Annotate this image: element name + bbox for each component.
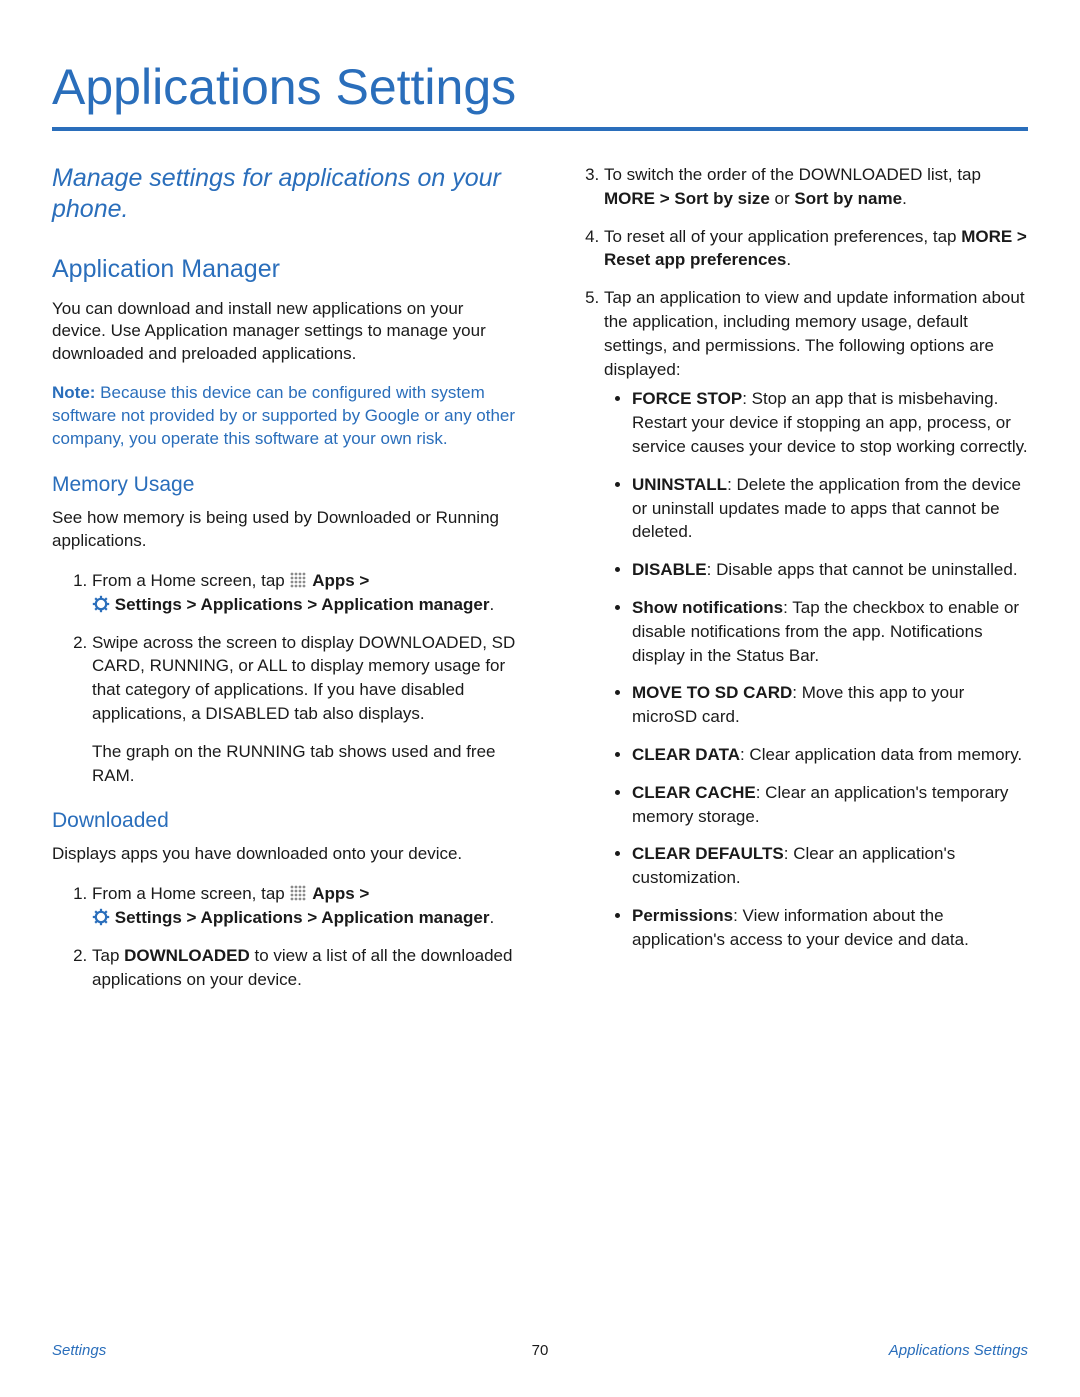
right-column: To switch the order of the DOWNLOADED li…: [564, 163, 1028, 1008]
list-item: Permissions: View information about the …: [632, 904, 1028, 952]
option-name: CLEAR DEFAULTS: [632, 844, 784, 863]
list-item: DISABLE: Disable apps that cannot be uni…: [632, 558, 1028, 582]
apps-grid-icon: [289, 884, 307, 902]
list-item: UNINSTALL: Delete the application from t…: [632, 473, 1028, 544]
gear-icon: [92, 595, 110, 613]
settings-path: Settings > Applications > Application ma…: [115, 595, 490, 614]
more-sort-size: MORE > Sort by size: [604, 189, 770, 208]
step-text-c: .: [786, 250, 791, 269]
step-text-a: Tap: [92, 946, 124, 965]
step-text: Tap an application to view and update in…: [604, 286, 1028, 381]
downloaded-steps: From a Home screen, tap Apps >: [52, 882, 516, 991]
intro-text: Manage settings for applications on your…: [52, 163, 516, 226]
apps-grid-icon: [289, 571, 307, 589]
option-name: FORCE STOP: [632, 389, 742, 408]
memory-usage-steps: From a Home screen, tap Apps >: [52, 569, 516, 787]
gear-icon: [92, 908, 110, 926]
step-end: .: [489, 595, 494, 614]
apps-label: Apps >: [312, 884, 369, 903]
list-item: CLEAR CACHE: Clear an application's temp…: [632, 781, 1028, 829]
option-name: CLEAR DATA: [632, 745, 740, 764]
step-text-extra: The graph on the RUNNING tab shows used …: [92, 740, 516, 788]
list-item: Show notifications: Tap the checkbox to …: [632, 596, 1028, 667]
note-paragraph: Note: Because this device can be configu…: [52, 382, 516, 451]
options-list: FORCE STOP: Stop an app that is misbehav…: [604, 387, 1028, 951]
downloaded-steps-continued: To switch the order of the DOWNLOADED li…: [564, 163, 1028, 952]
title-rule: [52, 127, 1028, 131]
sort-name: Sort by name: [794, 189, 902, 208]
step-end: .: [489, 908, 494, 927]
list-item: From a Home screen, tap Apps >: [92, 569, 516, 617]
step-text: Swipe across the screen to display DOWNL…: [92, 631, 516, 726]
page-footer: Settings 70 Applications Settings: [52, 1342, 1028, 1359]
option-name: DISABLE: [632, 560, 707, 579]
step-text-e: .: [902, 189, 907, 208]
page-title: Applications Settings: [52, 60, 1028, 115]
note-label: Note:: [52, 383, 95, 402]
memory-usage-p1: See how memory is being used by Download…: [52, 507, 516, 553]
settings-path: Settings > Applications > Application ma…: [115, 908, 490, 927]
option-name: CLEAR CACHE: [632, 783, 756, 802]
list-item: FORCE STOP: Stop an app that is misbehav…: [632, 387, 1028, 458]
step-text: From a Home screen, tap: [92, 571, 289, 590]
step-text-c: or: [770, 189, 795, 208]
list-item: Tap DOWNLOADED to view a list of all the…: [92, 944, 516, 992]
step-text-a: To switch the order of the DOWNLOADED li…: [604, 165, 981, 184]
list-item: From a Home screen, tap Apps >: [92, 882, 516, 930]
option-name: Show notifications: [632, 598, 783, 617]
footer-page-number: 70: [52, 1342, 1028, 1359]
option-name: Permissions: [632, 906, 733, 925]
list-item: To switch the order of the DOWNLOADED li…: [604, 163, 1028, 211]
step-text-a: To reset all of your application prefere…: [604, 227, 961, 246]
step-text: From a Home screen, tap: [92, 884, 289, 903]
application-manager-p1: You can download and install new applica…: [52, 298, 516, 367]
apps-label: Apps >: [312, 571, 369, 590]
downloaded-label: DOWNLOADED: [124, 946, 250, 965]
left-column: Manage settings for applications on your…: [52, 163, 516, 1008]
list-item: Tap an application to view and update in…: [604, 286, 1028, 951]
downloaded-p1: Displays apps you have downloaded onto y…: [52, 843, 516, 866]
section-heading-application-manager: Application Manager: [52, 254, 516, 284]
list-item: CLEAR DEFAULTS: Clear an application's c…: [632, 842, 1028, 890]
list-item: Swipe across the screen to display DOWNL…: [92, 631, 516, 788]
list-item: MOVE TO SD CARD: Move this app to your m…: [632, 681, 1028, 729]
content-columns: Manage settings for applications on your…: [52, 163, 1028, 1008]
document-page: Applications Settings Manage settings fo…: [0, 0, 1080, 1397]
option-name: UNINSTALL: [632, 475, 727, 494]
list-item: To reset all of your application prefere…: [604, 225, 1028, 273]
note-body: Because this device can be configured wi…: [52, 383, 515, 448]
subsection-heading-memory-usage: Memory Usage: [52, 473, 516, 497]
list-item: CLEAR DATA: Clear application data from …: [632, 743, 1028, 767]
subsection-heading-downloaded: Downloaded: [52, 809, 516, 833]
option-desc: : Clear application data from memory.: [740, 745, 1022, 764]
option-name: MOVE TO SD CARD: [632, 683, 792, 702]
option-desc: : Disable apps that cannot be uninstalle…: [707, 560, 1018, 579]
